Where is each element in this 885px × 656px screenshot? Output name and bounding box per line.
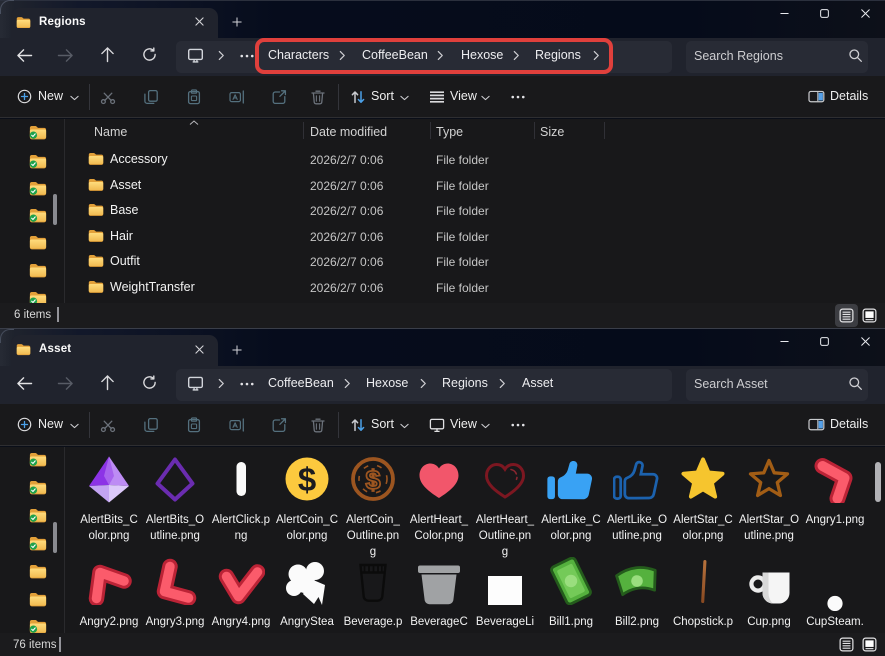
svg-text:$: $ (365, 465, 380, 495)
svg-text:$: $ (298, 461, 316, 498)
